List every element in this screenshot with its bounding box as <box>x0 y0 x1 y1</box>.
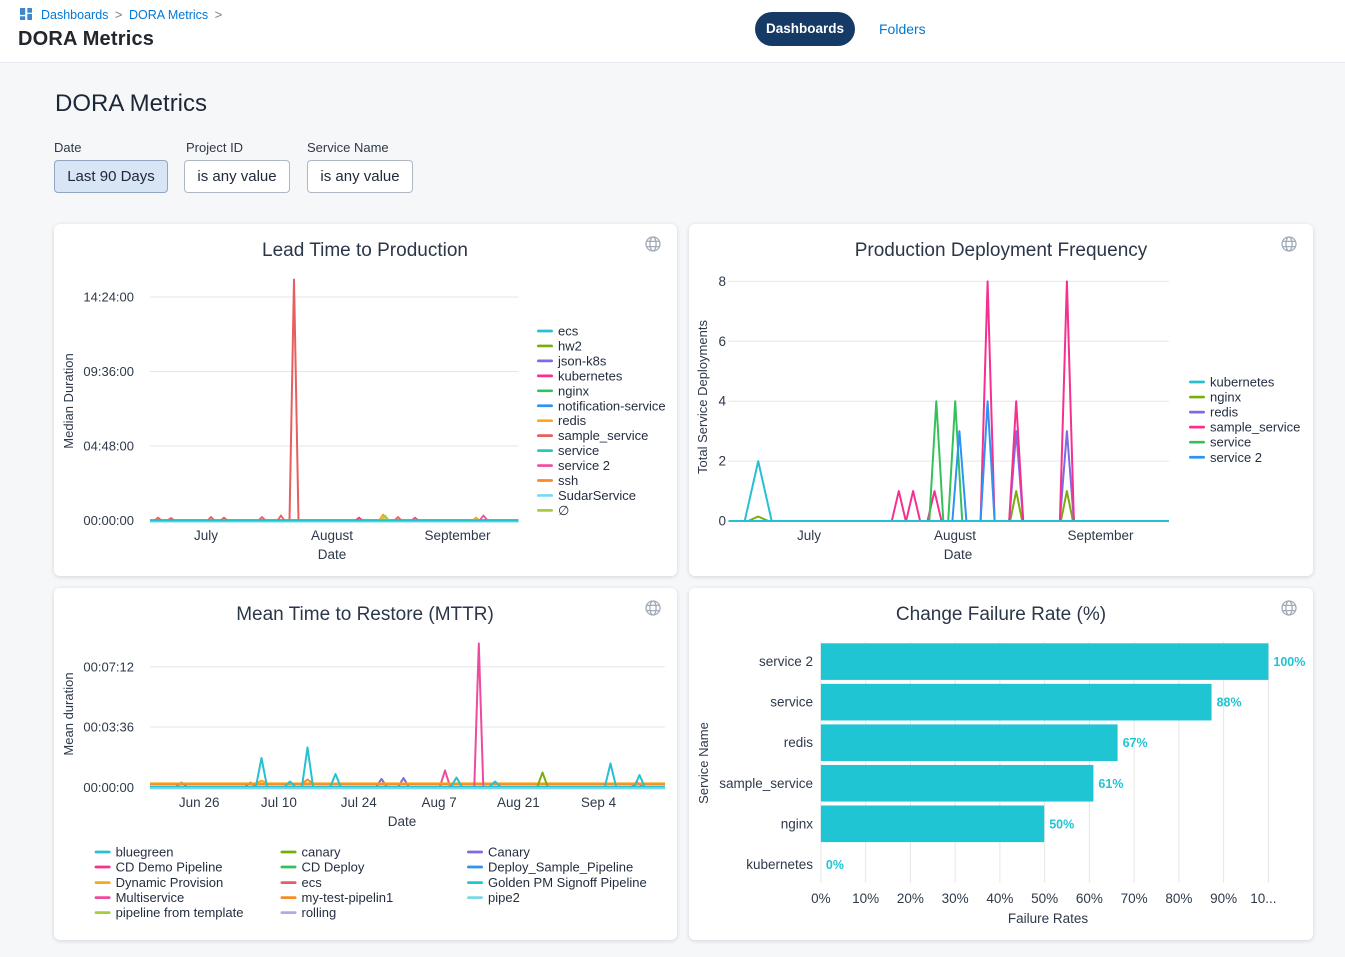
svg-text:00:00:00: 00:00:00 <box>83 780 134 795</box>
svg-text:Service Name: Service Name <box>696 722 711 804</box>
svg-text:Jun 26: Jun 26 <box>179 795 220 810</box>
svg-text:Sep 4: Sep 4 <box>581 795 617 810</box>
svg-text:40%: 40% <box>986 891 1013 906</box>
svg-text:redis: redis <box>784 735 814 750</box>
svg-text:10%: 10% <box>852 891 879 906</box>
svg-text:00:07:12: 00:07:12 <box>83 659 134 674</box>
svg-text:50%: 50% <box>1031 891 1058 906</box>
svg-text:sample_service: sample_service <box>719 776 813 791</box>
svg-text:Total Service Deployments: Total Service Deployments <box>695 320 710 474</box>
svg-text:September: September <box>1067 528 1134 543</box>
svg-text:2: 2 <box>718 454 726 469</box>
svg-text:August: August <box>311 528 353 543</box>
svg-text:Production Deployment Frequenc: Production Deployment Frequency <box>855 240 1148 261</box>
svg-text:Median Duration: Median Duration <box>61 353 76 448</box>
svg-text:hw2: hw2 <box>558 338 582 353</box>
svg-text:rolling: rolling <box>302 905 337 920</box>
svg-text:Change Failure Rate (%): Change Failure Rate (%) <box>896 604 1106 625</box>
svg-text:ecs: ecs <box>558 324 579 339</box>
svg-text:80%: 80% <box>1165 891 1192 906</box>
svg-text:sample_service: sample_service <box>558 428 648 443</box>
svg-text:30%: 30% <box>942 891 969 906</box>
svg-text:August: August <box>934 528 976 543</box>
svg-text:Aug 21: Aug 21 <box>497 795 540 810</box>
svg-text:bluegreen: bluegreen <box>116 845 174 860</box>
svg-text:10...: 10... <box>1250 891 1276 906</box>
svg-text:6: 6 <box>718 334 726 349</box>
svg-text:100%: 100% <box>1273 655 1305 669</box>
svg-text:my-test-pipelin1: my-test-pipelin1 <box>302 890 394 905</box>
svg-text:redis: redis <box>558 413 587 428</box>
svg-text:September: September <box>424 528 491 543</box>
svg-text:67%: 67% <box>1123 736 1148 750</box>
svg-text:61%: 61% <box>1098 777 1123 791</box>
svg-text:70%: 70% <box>1121 891 1148 906</box>
svg-text:0%: 0% <box>811 891 831 906</box>
svg-text:nginx: nginx <box>1210 390 1242 405</box>
svg-text:service 2: service 2 <box>558 458 610 473</box>
svg-text:8: 8 <box>718 274 726 289</box>
svg-text:json-k8s: json-k8s <box>557 353 607 368</box>
svg-text:service 2: service 2 <box>1210 450 1262 465</box>
svg-text:nginx: nginx <box>781 816 814 831</box>
svg-text:sample_service: sample_service <box>1210 420 1300 435</box>
svg-text:Lead Time to Production: Lead Time to Production <box>262 240 468 261</box>
svg-text:redis: redis <box>1210 405 1239 420</box>
svg-text:90%: 90% <box>1210 891 1237 906</box>
svg-text:20%: 20% <box>897 891 924 906</box>
svg-text:CD Deploy: CD Deploy <box>302 860 365 875</box>
svg-text:Multiservice: Multiservice <box>116 890 185 905</box>
svg-text:pipe2: pipe2 <box>488 890 520 905</box>
svg-text:88%: 88% <box>1217 696 1242 710</box>
svg-text:kubernetes: kubernetes <box>1210 375 1275 390</box>
svg-text:service: service <box>558 443 599 458</box>
svg-text:50%: 50% <box>1049 817 1074 831</box>
svg-text:Mean duration: Mean duration <box>61 672 76 755</box>
svg-text:Date: Date <box>944 547 973 562</box>
svg-text:Failure Rates: Failure Rates <box>1008 911 1089 926</box>
svg-text:nginx: nginx <box>558 383 590 398</box>
svg-text:00:03:36: 00:03:36 <box>83 720 134 735</box>
svg-text:Canary: Canary <box>488 845 530 860</box>
svg-text:00:00:00: 00:00:00 <box>83 513 134 528</box>
svg-text:kubernetes: kubernetes <box>558 368 623 383</box>
svg-text:ssh: ssh <box>558 473 578 488</box>
svg-text:∅: ∅ <box>558 503 569 518</box>
svg-text:canary: canary <box>302 845 342 860</box>
svg-text:service: service <box>770 695 813 710</box>
svg-text:04:48:00: 04:48:00 <box>83 439 134 454</box>
svg-text:kubernetes: kubernetes <box>746 857 813 872</box>
svg-text:Golden PM Signoff Pipeline: Golden PM Signoff Pipeline <box>488 875 647 890</box>
svg-text:CD Demo Pipeline: CD Demo Pipeline <box>116 860 223 875</box>
svg-text:Dynamic Provision: Dynamic Provision <box>116 875 224 890</box>
svg-text:July: July <box>797 528 821 543</box>
svg-text:service 2: service 2 <box>759 654 813 669</box>
svg-text:service: service <box>1210 435 1251 450</box>
svg-text:pipeline from template: pipeline from template <box>116 905 244 920</box>
svg-text:Mean Time to Restore (MTTR): Mean Time to Restore (MTTR) <box>236 604 494 625</box>
svg-text:60%: 60% <box>1076 891 1103 906</box>
svg-text:ecs: ecs <box>302 875 323 890</box>
svg-text:SudarService: SudarService <box>558 488 636 503</box>
svg-text:Aug 7: Aug 7 <box>421 795 456 810</box>
svg-text:0%: 0% <box>826 858 844 872</box>
svg-text:09:36:00: 09:36:00 <box>83 364 134 379</box>
svg-text:Jul 24: Jul 24 <box>341 795 378 810</box>
svg-text:Jul 10: Jul 10 <box>261 795 297 810</box>
svg-text:notification-service: notification-service <box>558 398 666 413</box>
svg-text:0: 0 <box>718 514 726 529</box>
svg-text:Deploy_Sample_Pipeline: Deploy_Sample_Pipeline <box>488 860 633 875</box>
svg-text:14:24:00: 14:24:00 <box>83 290 134 305</box>
svg-text:Date: Date <box>388 814 417 829</box>
svg-text:4: 4 <box>718 394 726 409</box>
svg-text:Date: Date <box>318 547 347 562</box>
svg-text:July: July <box>194 528 218 543</box>
